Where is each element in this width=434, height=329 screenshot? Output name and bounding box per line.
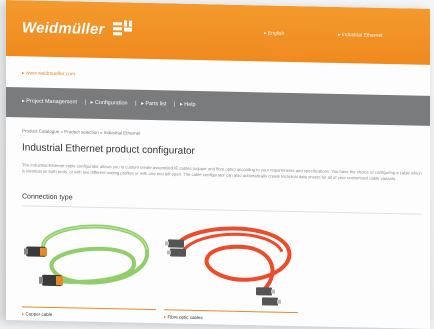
- section-title: Connection type: [22, 193, 73, 202]
- page-title: Industrial Ethernet product configurator: [22, 142, 195, 157]
- browser-page: Weidmüller English Industrial Ethernet ▸…: [6, 0, 430, 329]
- copper-cable-image[interactable]: [22, 212, 156, 307]
- language-link[interactable]: English: [264, 30, 284, 36]
- brand-logo[interactable]: Weidmüller: [22, 19, 105, 38]
- fibre-optic-cable-link[interactable]: Fibre optic cables: [164, 314, 203, 321]
- industrial-ethernet-link[interactable]: Industrial Ethernet: [338, 32, 383, 39]
- divider: [22, 306, 156, 311]
- main-navigation: ▸ Project Management | ▸ Configuration |…: [6, 87, 430, 126]
- nav-parts-list[interactable]: ▸ Parts list: [141, 101, 169, 108]
- rj45-connector-top-icon: [24, 246, 47, 257]
- site-url-text: www.weidmueller.com: [25, 70, 76, 78]
- nav-label: Configuration: [94, 99, 128, 107]
- intro-text: The Industrial Ethernet cable configurat…: [22, 162, 422, 182]
- breadcrumb: Product Catalogue » Product selection » …: [22, 128, 141, 136]
- nav-configuration[interactable]: ▸ Configuration: [91, 100, 131, 107]
- nav-project-management[interactable]: ▸ Project Management: [22, 98, 80, 105]
- nav-separator: |: [135, 100, 137, 107]
- nav-help[interactable]: ▸ Help: [180, 102, 199, 108]
- copper-cable-link[interactable]: Copper cable: [22, 311, 53, 318]
- sc-connector-right-icon: [256, 287, 281, 306]
- site-header: Weidmüller English Industrial Ethernet: [6, 0, 430, 65]
- nav-label: Help: [184, 101, 196, 108]
- nav-separator: |: [173, 101, 176, 108]
- nav-separator: |: [84, 99, 87, 106]
- nav-label: Project Management: [26, 98, 78, 106]
- nav-label: Parts list: [145, 100, 167, 108]
- logo-mark-icon: [113, 20, 133, 36]
- divider: [164, 309, 298, 314]
- site-url-link[interactable]: ▸ www.weidmueller.com: [22, 70, 75, 77]
- sc-connector-left-icon: [165, 239, 186, 257]
- rj45-connector-bottom-icon: [39, 274, 63, 287]
- fibre-optic-cable-image[interactable]: [164, 215, 298, 310]
